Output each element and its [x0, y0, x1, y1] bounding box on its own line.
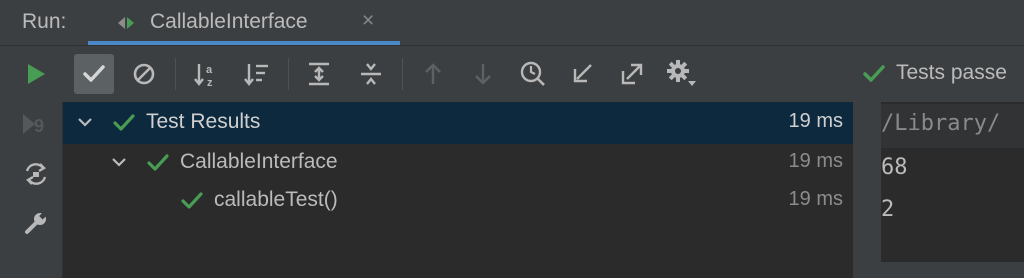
- show-passed-check-icon: [82, 63, 106, 85]
- collapse-all-button[interactable]: [351, 54, 391, 94]
- tree-row-duration: 19 ms: [788, 188, 843, 210]
- tree-row-label: callableTest(): [214, 188, 338, 211]
- tree-row-label: CallableInterface: [180, 150, 338, 173]
- run-label: Run:: [22, 10, 67, 33]
- close-tab-icon[interactable]: ×: [362, 9, 374, 33]
- rerun-failed-tests-button[interactable]: 9: [18, 106, 54, 142]
- toolbar-separator: [288, 58, 289, 90]
- export-tests-icon: [619, 61, 645, 87]
- test-run-config-icon: [116, 13, 140, 33]
- settings-gear-icon: [666, 59, 698, 89]
- svg-text:9: 9: [34, 116, 44, 136]
- expand-all-icon: [306, 61, 332, 87]
- show-ignored-icon: [132, 62, 156, 86]
- console-command-line: /Library/: [881, 111, 1001, 136]
- toolbar-separator: [402, 58, 403, 90]
- wrench-icon: [22, 209, 50, 237]
- sort-by-duration-icon: [243, 60, 271, 88]
- tab-title[interactable]: CallableInterface: [150, 10, 308, 34]
- collapse-all-icon: [358, 61, 384, 87]
- expand-all-button[interactable]: [299, 54, 339, 94]
- show-ignored-toggle[interactable]: [124, 54, 164, 94]
- chevron-down-icon[interactable]: [111, 152, 127, 172]
- test-history-icon: [519, 60, 547, 88]
- chevron-down-icon[interactable]: [77, 112, 93, 132]
- svg-text:z: z: [207, 77, 213, 88]
- rerun-failed-icon: 9: [21, 111, 51, 137]
- sort-by-duration-button[interactable]: [237, 54, 277, 94]
- show-passed-toggle[interactable]: [74, 54, 114, 94]
- rerun-button[interactable]: [16, 54, 56, 94]
- tests-passed-check-icon: [862, 64, 886, 84]
- tree-row-callable-interface[interactable]: CallableInterface 19 ms: [63, 142, 853, 184]
- tree-row-duration: 19 ms: [788, 150, 843, 172]
- import-tests-icon: [569, 61, 595, 87]
- settings-wrench-button[interactable]: [18, 205, 54, 241]
- export-tests-button[interactable]: [612, 54, 652, 94]
- toolbar-separator: [175, 58, 176, 90]
- svg-text:a: a: [206, 64, 213, 76]
- passed-check-icon: [113, 114, 135, 132]
- sort-alphabetically-button[interactable]: a z: [187, 54, 227, 94]
- tree-row-test-results[interactable]: Test Results 19 ms: [63, 102, 853, 144]
- console-output-line: 2: [881, 197, 895, 222]
- settings-button[interactable]: [662, 54, 702, 94]
- next-failed-icon: [472, 61, 494, 87]
- toggle-auto-test-button[interactable]: [18, 156, 54, 192]
- panel-splitter[interactable]: [853, 102, 881, 278]
- tests-status-text: Tests passe: [896, 61, 1007, 84]
- passed-check-icon: [181, 192, 203, 210]
- tree-row-callable-test[interactable]: callableTest() 19 ms: [63, 180, 853, 222]
- passed-check-icon: [147, 154, 169, 172]
- import-tests-button[interactable]: [562, 54, 602, 94]
- next-failed-test-button[interactable]: [463, 54, 503, 94]
- toggle-auto-test-icon: [22, 160, 50, 188]
- console-output-line: 68: [881, 155, 908, 180]
- test-history-button[interactable]: [513, 54, 553, 94]
- tree-row-label: Test Results: [146, 110, 261, 133]
- console-bottom-edge: [853, 262, 1024, 278]
- sort-alphabetically-icon: a z: [193, 60, 221, 88]
- play-icon: [25, 62, 47, 86]
- previous-failed-icon: [422, 61, 444, 87]
- tree-row-duration: 19 ms: [788, 110, 843, 132]
- previous-failed-test-button[interactable]: [413, 54, 453, 94]
